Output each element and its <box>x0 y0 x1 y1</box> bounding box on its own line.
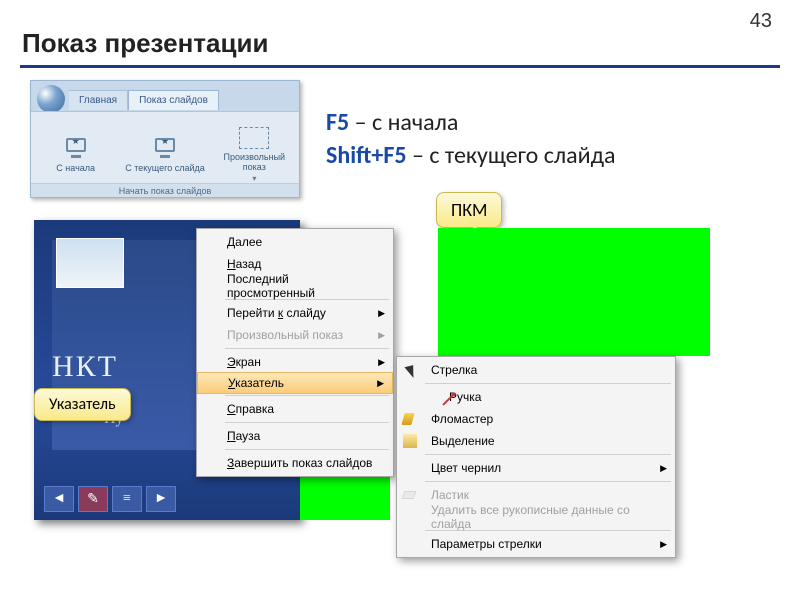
submenu-arrow-icon: ▶ <box>660 463 667 474</box>
menu-separator <box>225 422 389 423</box>
ctx-main-item[interactable]: Пауза <box>197 425 393 447</box>
ctx-sub-item[interactable]: Стрелка <box>397 359 675 381</box>
ribbon-group-label: Начать показ слайдов <box>31 183 299 197</box>
marker-icon <box>401 413 414 425</box>
menu-item-label: Указатель <box>228 376 284 390</box>
menu-item-label: Параметры стрелки <box>431 537 542 551</box>
star-icon: ★ <box>161 136 169 146</box>
office-orb-icon[interactable] <box>37 85 65 113</box>
ctx-main-item[interactable]: Указатель ▶ <box>197 372 393 394</box>
ctx-main-item: Произвольный показ ▶ <box>197 324 393 346</box>
screen-icon: ★ <box>151 136 179 160</box>
nav-pen[interactable]: ✎ <box>78 486 108 512</box>
f5-key: F5 <box>326 108 349 137</box>
shift-f5-key: Shift+F5 <box>326 141 407 170</box>
custom-show-icon <box>239 127 269 149</box>
shift-f5-text: – с текущего слайда <box>407 141 616 170</box>
menu-item-label: Экран <box>227 355 261 369</box>
btn-label: С текущего слайда <box>125 163 205 173</box>
tab-home[interactable]: Главная <box>69 90 128 110</box>
menu-item-label: Цвет чернил <box>431 461 501 475</box>
ctx-sub-item[interactable]: Цвет чернил ▶ <box>397 457 675 479</box>
nav-menu[interactable]: ≡ <box>112 486 142 512</box>
menu-item-label: Стрелка <box>431 363 477 377</box>
slide-title-fragment: НКТ <box>52 350 118 384</box>
green-block-1 <box>438 228 710 356</box>
menu-separator <box>425 454 671 455</box>
ctx-main-item[interactable]: Далее <box>197 231 393 253</box>
menu-item-label: Пауза <box>227 429 260 443</box>
ctx-main-item[interactable]: Завершить показ слайдов <box>197 452 393 474</box>
menu-separator <box>225 449 389 450</box>
f5-text: – с начала <box>349 108 458 137</box>
tab-slideshow[interactable]: Показ слайдов <box>128 90 219 110</box>
nav-prev[interactable]: ◄ <box>44 486 74 512</box>
menu-separator <box>425 481 671 482</box>
btn-label: С начала <box>56 163 95 173</box>
callout-pkm: ПКМ <box>436 192 502 228</box>
menu-item-label: Ластик <box>431 488 469 502</box>
shortcuts-text: F5 – с начала Shift+F5 – с текущего слай… <box>326 108 615 170</box>
menu-item-label: Произвольный показ <box>227 328 343 342</box>
context-menu-main: ДалееНазадПоследний просмотренныйПерейти… <box>196 228 394 477</box>
submenu-arrow-icon: ▶ <box>378 308 385 319</box>
ctx-main-item[interactable]: Справка <box>197 398 393 420</box>
ctx-main-item[interactable]: Перейти к слайду ▶ <box>197 302 393 324</box>
slide-thumbnail <box>56 238 124 288</box>
slideshow-navbar: ◄ ✎ ≡ ► <box>44 486 176 512</box>
ctx-sub-item: Удалить все рукописные данные со слайда <box>397 506 675 528</box>
menu-item-label: Справка <box>227 402 274 416</box>
menu-item-label: Удалить все рукописные данные со слайда <box>431 503 655 531</box>
ctx-main-item[interactable]: Экран ▶ <box>197 351 393 373</box>
cursor-icon <box>403 361 421 379</box>
hl-icon <box>403 434 417 448</box>
page-title: Показ презентации <box>22 28 268 59</box>
submenu-arrow-icon: ▶ <box>378 330 385 341</box>
menu-separator <box>225 395 389 396</box>
title-underline <box>20 65 780 68</box>
nav-next[interactable]: ► <box>146 486 176 512</box>
menu-item-label: Назад <box>227 257 261 271</box>
ribbon: Главная Показ слайдов ★ С начала ★ С тек… <box>30 80 300 198</box>
menu-item-label: Перейти к слайду <box>227 306 326 320</box>
page-number: 43 <box>750 10 772 33</box>
submenu-arrow-icon: ▶ <box>377 378 384 389</box>
btn-label: Произвольный показ <box>214 152 295 172</box>
eraser-icon <box>402 491 417 499</box>
submenu-arrow-icon: ▶ <box>378 357 385 368</box>
screen-icon: ★ <box>62 136 90 160</box>
menu-item-label: Далее <box>227 235 262 249</box>
star-icon: ★ <box>72 136 80 146</box>
context-menu-pointer: Стрелка Ручка Фломастер Выделение Цвет черни… <box>396 356 676 558</box>
submenu-arrow-icon: ▶ <box>660 539 667 550</box>
ctx-sub-item[interactable]: Ручка <box>397 386 675 408</box>
ctx-sub-item[interactable]: Параметры стрелки ▶ <box>397 533 675 555</box>
menu-separator <box>225 348 389 349</box>
chevron-down-icon: ▾ <box>252 174 256 183</box>
menu-separator <box>425 383 671 384</box>
ribbon-tabs: Главная Показ слайдов <box>69 90 219 110</box>
ctx-sub-item[interactable]: Фломастер <box>397 408 675 430</box>
ctx-main-item[interactable]: Последний просмотренный <box>197 275 393 297</box>
callout-ukazatel: Указатель <box>34 388 131 421</box>
menu-item-label: Фломастер <box>431 412 493 426</box>
ctx-sub-item[interactable]: Выделение <box>397 430 675 452</box>
menu-item-label: Последний просмотренный <box>227 272 373 300</box>
menu-item-label: Выделение <box>431 434 495 448</box>
menu-item-label: Завершить показ слайдов <box>227 456 372 470</box>
